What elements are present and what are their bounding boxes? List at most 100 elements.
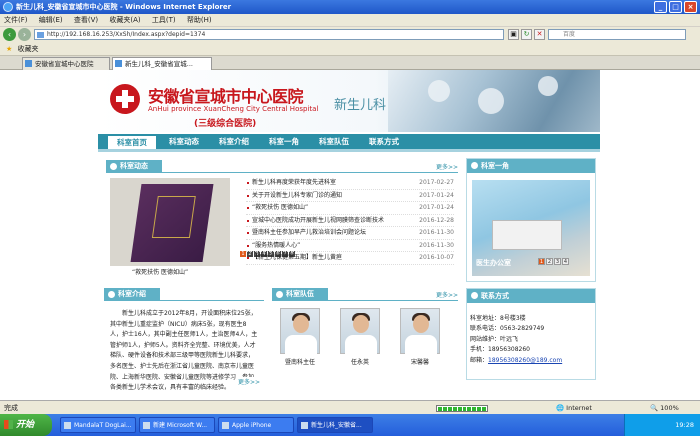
main-nav: 科室首页 科室动态 科室介绍 科室一角 科室队伍 联系方式 [98,134,600,152]
news-date: 2016-11-30 [419,229,454,236]
tab-label: 安徽省宣城中心医院 [35,60,94,68]
clock[interactable]: 19:28 [675,421,694,429]
task-ie[interactable]: 新生儿科_安徽省... [297,417,373,433]
search-placeholder: 百度 [563,31,576,38]
slider-dot[interactable]: 1 [538,258,545,265]
status-text: 完成 [4,404,18,412]
tab-label: 新生儿科_安徽省宣城... [125,60,193,68]
staff-card[interactable]: 任永英 [340,308,380,366]
task-word[interactable]: 新建 Microsoft W... [139,417,215,433]
favorites-label[interactable]: 收藏夹 [18,45,39,53]
list-item[interactable]: “服务热情暖人心” 2016-11-30 [246,240,454,252]
compat-icon[interactable]: ▣ [508,29,519,40]
staff-photo[interactable] [340,308,380,355]
list-item[interactable]: 新生儿科再度荣获年度先进科室 2017-02-27 [246,177,454,190]
tab-favicon [25,60,32,67]
news-title[interactable]: 宣城中心医院成功开展新生儿视网膜筛查诊断技术 [252,217,384,224]
tab-neonatal[interactable]: 新生儿科_安徽省宣城... [112,57,212,70]
news-date: 2017-01-24 [419,191,454,199]
news-title[interactable]: 关于开设新生儿科专家门诊的通知 [252,192,342,199]
staff-name[interactable]: 任永英 [340,357,380,366]
news-title[interactable]: 【新生儿保健第五期】新生儿黄疸 [252,254,342,261]
title-bar: 新生儿科_安徽省宣城市中心医院 - Windows Internet Explo… [0,0,700,14]
news-date: 2017-02-27 [419,179,454,186]
task-mandala[interactable]: MandalaT DogLai... [60,417,136,433]
stop-icon[interactable]: ✕ [534,29,545,40]
tab-bar: 安徽省宣城中心医院 新生儿科_安徽省宣城... [0,56,700,70]
address-input[interactable]: http://192.168.16.253/XxSh/Index.aspx?de… [34,29,504,40]
staff-card[interactable]: 暨南科主任 [280,308,320,366]
nav-team[interactable]: 科室队伍 [310,134,358,149]
news-date: 2016-12-28 [419,216,454,224]
menu-favorites[interactable]: 收藏夹(A) [109,16,140,24]
nav-intro[interactable]: 科室介绍 [210,134,258,149]
hospital-level: (三级综合医院) [194,119,257,129]
close-button[interactable]: × [684,1,697,13]
news-title[interactable]: 暨南科主任参加早产儿救治培训会问题论坛 [252,229,366,236]
refresh-icon[interactable]: ↻ [521,29,532,40]
news-date: 2016-11-30 [419,241,454,249]
start-button[interactable]: 开始 [0,414,52,436]
security-zone[interactable]: 🌐 Internet [556,401,592,415]
load-progress [436,405,488,412]
menu-tools[interactable]: 工具(T) [152,16,176,24]
forward-icon[interactable]: › [18,28,31,41]
web-page: 安徽省宣城市中心医院 AnHui province XuanCheng City… [98,70,600,400]
taskbar: 开始 MandalaT DogLai... 新建 Microsoft W... … [0,414,700,436]
team-divider [272,300,458,301]
nav-news[interactable]: 科室动态 [160,134,208,149]
staff-name[interactable]: 暨南科主任 [280,357,320,366]
staff-photo[interactable] [400,308,440,355]
search-input[interactable]: 百度 [548,29,686,40]
minimize-button[interactable]: _ [654,1,667,13]
back-icon[interactable]: ‹ [3,28,16,41]
news-more-link[interactable]: 更多>> [436,162,458,171]
favorites-star-icon[interactable]: ★ [6,45,12,53]
menu-help[interactable]: 帮助(H) [187,16,212,24]
slider-dot[interactable]: 3 [554,258,561,265]
tab-hospital[interactable]: 安徽省宣城中心医院 [22,57,110,70]
contact-info: 科室地址：8号楼3楼 联系电话：0563-2829749 网站维护：叶远飞 手机… [470,314,562,366]
menu-view[interactable]: 查看(V) [74,16,98,24]
window-controls: _ □ × [654,1,697,13]
staff-card[interactable]: 宋馨馨 [400,308,440,366]
news-feature-image[interactable] [110,178,230,266]
contact-maintainer: 网站维护：叶远飞 [470,335,519,343]
news-list: 新生儿科再度荣获年度先进科室 2017-02-27 关于开设新生儿科专家门诊的通知… [246,177,454,265]
menu-edit[interactable]: 编辑(E) [39,16,63,24]
task-iphone[interactable]: Apple iPhone [218,417,294,433]
list-item[interactable]: 关于开设新生儿科专家门诊的通知 2017-01-24 [246,190,454,202]
department-name: 新生儿科 [334,98,387,113]
news-title[interactable]: “服务热情暖人心” [252,242,300,249]
ward-caption: 医生办公室 [476,259,511,267]
menu-file[interactable]: 文件(F) [4,16,28,24]
team-more-link[interactable]: 更多>> [436,290,458,299]
news-title[interactable]: “救死扶伤 医德如山” [252,204,308,211]
ward-photo[interactable]: 医生办公室 1 2 3 4 [472,180,590,276]
staff-photo[interactable] [280,308,320,355]
contact-email-link[interactable]: 18956308260@189.com [488,357,562,364]
nav-contact[interactable]: 联系方式 [360,134,408,149]
slider-dot[interactable]: 2 [546,258,553,265]
list-item[interactable]: “救死扶伤 医德如山” 2017-01-24 [246,202,454,215]
news-title[interactable]: 新生儿科再度荣获年度先进科室 [252,179,336,186]
list-item[interactable]: 暨南科主任参加早产儿救治培训会问题论坛 2016-11-30 [246,227,454,240]
list-item[interactable]: 【新生儿保健第五期】新生儿黄疸 2016-10-07 [246,252,454,265]
list-item[interactable]: 宣城中心医院成功开展新生儿视网膜筛查诊断技术 2016-12-28 [246,215,454,227]
nav-home[interactable]: 科室首页 [108,136,156,149]
slider-dot[interactable]: 4 [562,258,569,265]
news-feature-caption[interactable]: “救死扶伤 医德如山” [132,267,188,276]
zoom-level[interactable]: 🔍 100% [650,401,679,415]
menu-bar: 文件(F) 编辑(E) 查看(V) 收藏夹(A) 工具(T) 帮助(H) [0,14,700,27]
hospital-name-cn: 安徽省宣城市中心医院 [148,87,304,106]
intro-more-link[interactable]: 更多>> [236,377,261,386]
nav-corner[interactable]: 科室一角 [260,134,308,149]
header-doctors-photo [388,70,600,132]
staff-name[interactable]: 宋馨馨 [400,357,440,366]
hospital-name-en: AnHui province XuanCheng City Central Ho… [148,105,319,113]
system-tray: 19:28 [624,414,700,436]
contact-email-label: 邮箱： [470,356,489,364]
address-toolbar: ‹ › http://192.168.16.253/XxSh/Index.asp… [0,27,700,42]
maximize-button[interactable]: □ [669,1,682,13]
page-icon [37,32,44,38]
